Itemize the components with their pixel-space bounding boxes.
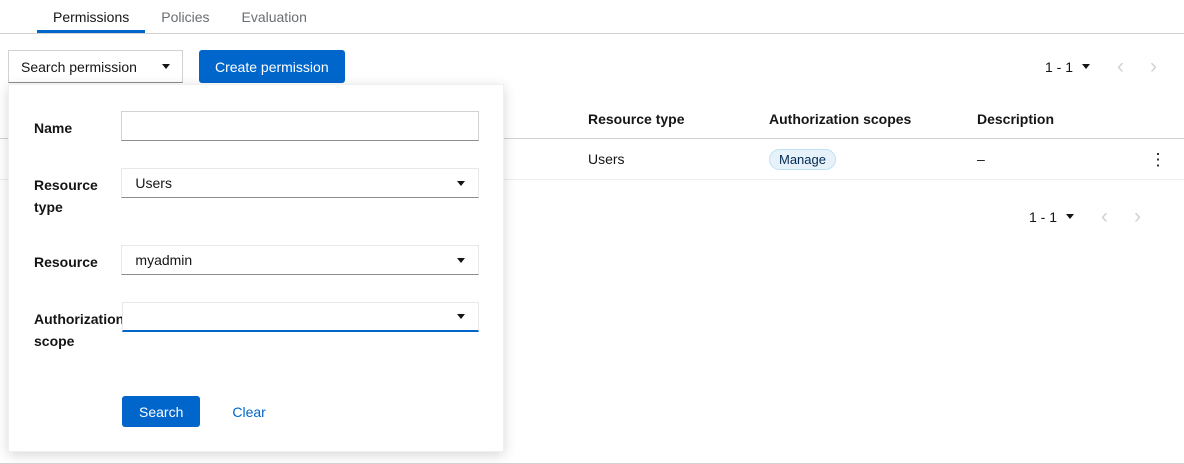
search-button[interactable]: Search	[122, 396, 200, 427]
table-header-description: Description	[977, 111, 1132, 127]
toolbar: Search permission Create permission 1 - …	[0, 34, 1184, 83]
row-authorization-scopes-cell: Manage	[769, 149, 977, 170]
resource-select-value: myadmin	[135, 252, 192, 268]
tab-policies-label: Policies	[161, 9, 209, 25]
authorization-scope-select[interactable]	[122, 302, 479, 332]
resource-select[interactable]: myadmin	[121, 245, 479, 275]
caret-down-icon	[162, 64, 170, 69]
tab-permissions[interactable]: Permissions	[37, 0, 145, 33]
caret-down-icon	[457, 258, 465, 263]
caret-down-icon	[457, 181, 465, 186]
pagination-bottom-menu-toggle[interactable]: 1 - 1	[1029, 209, 1088, 225]
row-resource-type-cell: Users	[588, 151, 769, 167]
caret-down-icon	[1082, 64, 1090, 69]
row-actions-cell: ⋮	[1132, 151, 1184, 168]
name-form-row: Name	[34, 111, 479, 141]
pagination-top-range: 1 - 1	[1045, 59, 1073, 75]
resource-type-form-row: Resource type Users	[34, 168, 479, 218]
search-permission-dropdown-label: Search permission	[21, 59, 137, 75]
pagination-bottom-range: 1 - 1	[1029, 209, 1057, 225]
tab-policies[interactable]: Policies	[145, 0, 225, 33]
tab-evaluation[interactable]: Evaluation	[226, 0, 323, 33]
chevron-right-icon[interactable]: ›	[1137, 56, 1170, 77]
clear-button[interactable]: Clear	[232, 404, 265, 420]
kebab-menu-icon[interactable]: ⋮	[1150, 151, 1167, 168]
resource-label: Resource	[34, 245, 121, 275]
resource-type-select-value: Users	[135, 175, 172, 191]
authorization-scope-field-wrapper	[122, 302, 479, 352]
resource-type-select[interactable]: Users	[121, 168, 479, 198]
chevron-right-icon[interactable]: ›	[1121, 206, 1154, 227]
authorization-scope-label: Authorization scope	[34, 302, 122, 352]
caret-down-icon	[1066, 214, 1074, 219]
resource-type-label: Resource type	[34, 168, 121, 218]
authorization-scope-badge: Manage	[769, 149, 836, 170]
permissions-page: Permissions Policies Evaluation Search p…	[0, 0, 1184, 464]
name-label: Name	[34, 111, 121, 141]
search-permission-dropdown[interactable]: Search permission	[8, 50, 183, 83]
row-description-cell: –	[977, 151, 1132, 167]
chevron-left-icon[interactable]: ‹	[1104, 56, 1137, 77]
pagination-top: 1 - 1 ‹ ›	[1045, 56, 1170, 77]
pagination-top-menu-toggle[interactable]: 1 - 1	[1045, 59, 1104, 75]
table-header-authorization-scopes: Authorization scopes	[769, 111, 977, 127]
search-form-actions: Search Clear	[122, 396, 479, 427]
chevron-left-icon[interactable]: ‹	[1088, 206, 1121, 227]
name-field-wrapper	[121, 111, 479, 141]
create-permission-button[interactable]: Create permission	[199, 50, 345, 83]
caret-down-icon	[457, 314, 465, 319]
pagination-bottom-inner: 1 - 1 ‹ ›	[1029, 206, 1154, 227]
authorization-scope-form-row: Authorization scope	[34, 302, 479, 352]
tab-bar: Permissions Policies Evaluation	[0, 0, 1184, 34]
search-permission-panel: Name Resource type Users Resource myadmi…	[8, 84, 504, 452]
table-header-resource-type: Resource type	[588, 111, 769, 127]
resource-form-row: Resource myadmin	[34, 245, 479, 275]
tab-permissions-label: Permissions	[53, 9, 129, 25]
resource-field-wrapper: myadmin	[121, 245, 479, 275]
tab-evaluation-label: Evaluation	[242, 9, 307, 25]
name-input[interactable]	[121, 111, 479, 141]
resource-type-field-wrapper: Users	[121, 168, 479, 218]
